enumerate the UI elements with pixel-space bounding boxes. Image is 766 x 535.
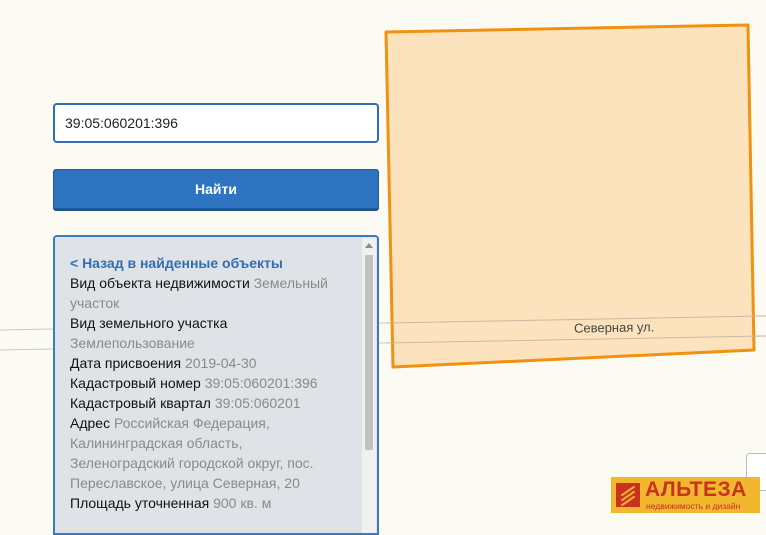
parcel-polygon[interactable] [384,23,756,369]
scroll-up-arrow-icon[interactable] [365,243,373,248]
scroll-thumb[interactable] [365,255,373,450]
field-cadastral-number: Кадастровый номер 39:05:060201:396 [70,373,340,393]
logo-subtitle: недвижимость и дизайн [646,501,741,511]
field-area: Площадь уточненная 900 кв. м [70,493,340,513]
logo-title: АЛЬТЕЗА [645,478,747,501]
field-value: 39:05:060201 [214,395,301,411]
field-address: Адрес Российская Федерация, Калининградс… [70,413,340,493]
field-label: Площадь уточненная [70,495,210,511]
field-label: Адрес [70,415,111,431]
search-input[interactable] [53,103,379,143]
back-to-results-link[interactable]: < Назад в найденные объекты [70,253,340,273]
field-label: Кадастровый номер [70,375,201,391]
info-panel: < Назад в найденные объекты Вид объекта … [53,235,379,535]
field-value: 900 кв. м [213,495,272,511]
field-label: Вид объекта недвижимости [70,275,250,291]
field-label: Кадастровый квартал [70,395,211,411]
field-label: Дата присвоения [70,355,182,371]
logo-mark-icon [616,483,640,507]
street-label: Северная ул. [573,319,655,336]
field-value: 2019-04-30 [184,355,257,371]
field-label: Вид земельного участка [70,315,228,331]
find-button[interactable]: Найти [53,169,379,209]
info-content: < Назад в найденные объекты Вид объекта … [70,253,340,513]
field-cadastral-quarter: Кадастровый квартал 39:05:060201 [70,393,340,413]
field-parcel-type: Вид земельного участка Землепользование [70,313,340,353]
panel-scrollbar[interactable] [362,238,376,533]
altesa-logo: АЛЬТЕЗА недвижимость и дизайн [611,477,760,513]
field-assigned-date: Дата присвоения 2019-04-30 [70,353,340,373]
field-value: Землепользование [70,335,195,351]
field-value: 39:05:060201:396 [204,375,318,391]
field-object-type: Вид объекта недвижимости Земельный участ… [70,273,340,313]
